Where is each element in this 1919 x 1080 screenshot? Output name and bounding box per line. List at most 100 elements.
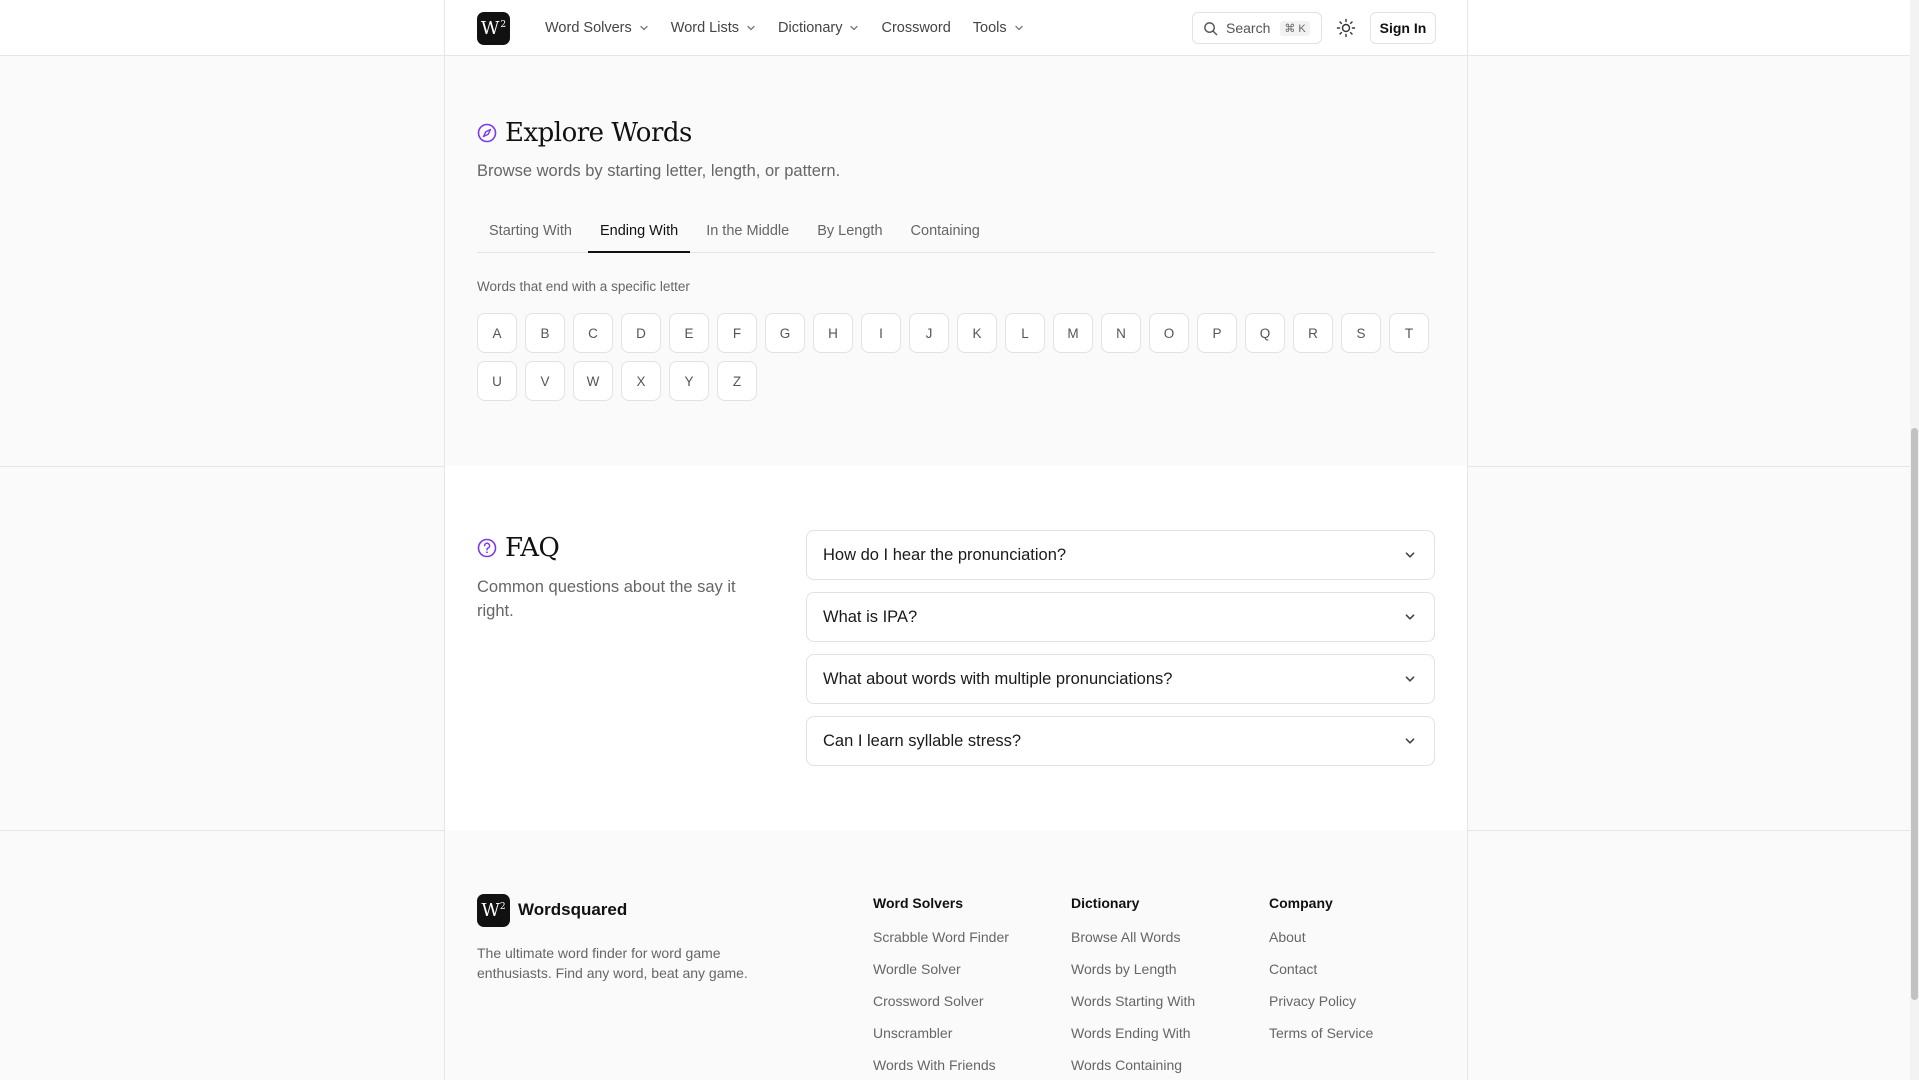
letter-button-h[interactable]: H — [813, 313, 853, 353]
faq-section — [444, 466, 1468, 830]
nav-item-label: Word Lists — [670, 20, 739, 36]
search-button[interactable]: Search ⌘ K — [1192, 12, 1322, 44]
footer-column-title: Dictionary — [1071, 895, 1140, 911]
frame-line-right — [1467, 0, 1468, 1080]
nav-item-crossword[interactable]: Crossword — [881, 20, 950, 36]
explore-subtitle: Browse words by starting letter, length,… — [477, 162, 841, 180]
tab-ending-with[interactable]: Ending With — [588, 219, 691, 253]
chevron-down-icon — [1405, 552, 1415, 558]
compass-icon — [477, 123, 497, 143]
logo-letter: W — [480, 18, 500, 39]
letter-button-l[interactable]: L — [1005, 313, 1045, 353]
letter-button-g[interactable]: G — [765, 313, 805, 353]
chevron-down-icon — [1405, 614, 1415, 620]
faq-heading: FAQ — [477, 533, 560, 563]
letter-button-s[interactable]: S — [1341, 313, 1381, 353]
letter-button-i[interactable]: I — [861, 313, 901, 353]
footer-link[interactable]: Wordle Solver — [873, 961, 1009, 978]
nav-item-label: Word Solvers — [545, 20, 632, 36]
letter-button-e[interactable]: E — [669, 313, 709, 353]
faq-question: How do I hear the pronunciation? — [823, 545, 1067, 564]
footer-link[interactable]: Privacy Policy — [1269, 993, 1373, 1010]
footer-link[interactable]: About — [1269, 929, 1373, 946]
tab-in-the-middle[interactable]: In the Middle — [694, 219, 801, 253]
footer-column-title: Word Solvers — [873, 895, 963, 911]
chevron-down-icon — [1405, 676, 1415, 682]
letter-button-j[interactable]: J — [909, 313, 949, 353]
tab-containing[interactable]: Containing — [899, 219, 992, 253]
sign-in-button[interactable]: Sign In — [1370, 12, 1436, 44]
nav-item-word-lists[interactable]: Word Lists — [671, 20, 756, 36]
chevron-down-icon — [1405, 738, 1415, 744]
letters-caption: Words that end with a specific letter — [477, 279, 690, 294]
footer-link[interactable]: Browse All Words — [1071, 929, 1195, 946]
letter-button-w[interactable]: W — [573, 361, 613, 401]
chevron-down-icon — [747, 25, 755, 31]
letter-button-y[interactable]: Y — [669, 361, 709, 401]
footer-logo[interactable]: W2 — [477, 894, 510, 927]
letter-button-c[interactable]: C — [573, 313, 613, 353]
footer-link[interactable]: Words Containing — [1071, 1057, 1195, 1074]
faq-item[interactable]: What is IPA? — [806, 592, 1435, 642]
letter-button-m[interactable]: M — [1053, 313, 1093, 353]
letter-button-u[interactable]: U — [477, 361, 517, 401]
letter-button-r[interactable]: R — [1293, 313, 1333, 353]
footer-link[interactable]: Scrabble Word Finder — [873, 929, 1009, 946]
tab-by-length[interactable]: By Length — [805, 219, 894, 253]
faq-subtitle: Common questions about the say it right. — [477, 578, 736, 620]
footer-brand-name: Wordsquared — [518, 900, 628, 919]
footer-description: The ultimate word finder for word game e… — [477, 945, 748, 981]
footer-link[interactable]: Words Starting With — [1071, 993, 1195, 1010]
search-shortcut: ⌘ K — [1280, 20, 1310, 36]
nav-item-dictionary[interactable]: Dictionary — [778, 20, 859, 36]
faq-item[interactable]: What about words with multiple pronuncia… — [806, 654, 1435, 704]
letter-button-a[interactable]: A — [477, 313, 517, 353]
letter-button-b[interactable]: B — [525, 313, 565, 353]
letter-button-z[interactable]: Z — [717, 361, 757, 401]
letter-button-v[interactable]: V — [525, 361, 565, 401]
footer-link[interactable]: Contact — [1269, 961, 1373, 978]
explore-tabs: Starting With Ending With In the Middle By … — [477, 219, 1435, 253]
footer-link[interactable]: Crossword Solver — [873, 993, 1009, 1010]
faq-item[interactable]: Can I learn syllable stress? — [806, 716, 1435, 766]
footer-column-title: Company — [1269, 895, 1333, 911]
explore-heading: Explore Words — [477, 118, 692, 148]
letter-button-d[interactable]: D — [621, 313, 661, 353]
footer-link[interactable]: Words With Friends — [873, 1057, 1009, 1074]
nav-item-word-solvers[interactable]: Word Solvers — [545, 20, 649, 36]
letter-button-f[interactable]: F — [717, 313, 757, 353]
footer-link[interactable]: Unscrambler — [873, 1025, 1009, 1042]
faq-question: What is IPA? — [823, 607, 918, 626]
nav-item-label: Tools — [972, 20, 1007, 36]
footer-link[interactable]: Words by Length — [1071, 961, 1195, 978]
chevron-down-icon — [640, 25, 648, 31]
faq-question: What about words with multiple pronuncia… — [823, 669, 1173, 688]
footer-column-company: Company About Contact Privacy Policy Terms o… — [1269, 895, 1373, 1057]
faq-title: FAQ — [505, 533, 560, 563]
frame-line-left — [444, 0, 445, 1080]
letter-button-q[interactable]: Q — [1245, 313, 1285, 353]
nav-item-tools[interactable]: Tools — [973, 20, 1024, 36]
letter-grid: ABCDEFGHIJKLMNOPQRST UVWXYZ — [477, 313, 1437, 401]
search-icon — [1204, 21, 1218, 35]
theme-toggle-sun-icon[interactable] — [1336, 18, 1356, 38]
faq-question: Can I learn syllable stress? — [823, 731, 1022, 750]
footer-link[interactable]: Terms of Service — [1269, 1025, 1373, 1042]
footer-link[interactable]: Words Ending With — [1071, 1025, 1195, 1042]
chevron-down-icon — [1014, 25, 1023, 31]
tab-starting-with[interactable]: Starting With — [477, 219, 584, 253]
letter-button-o[interactable]: O — [1149, 313, 1189, 353]
letter-button-k[interactable]: K — [957, 313, 997, 353]
main-nav: Word Solvers Word Lists Dictionary Crosswor… — [545, 0, 1046, 56]
letter-button-p[interactable]: P — [1197, 313, 1237, 353]
chevron-down-icon — [850, 25, 859, 31]
logo-superscript: 2 — [500, 19, 507, 30]
faq-item[interactable]: How do I hear the pronunciation? — [806, 530, 1435, 580]
logo[interactable]: W2 — [477, 12, 510, 45]
letter-button-t[interactable]: T — [1389, 313, 1429, 353]
question-circle-icon — [477, 538, 497, 558]
letter-button-n[interactable]: N — [1101, 313, 1141, 353]
footer-logo-letter: W — [481, 900, 500, 921]
scrollbar-thumb[interactable] — [1911, 428, 1918, 1000]
letter-button-x[interactable]: X — [621, 361, 661, 401]
